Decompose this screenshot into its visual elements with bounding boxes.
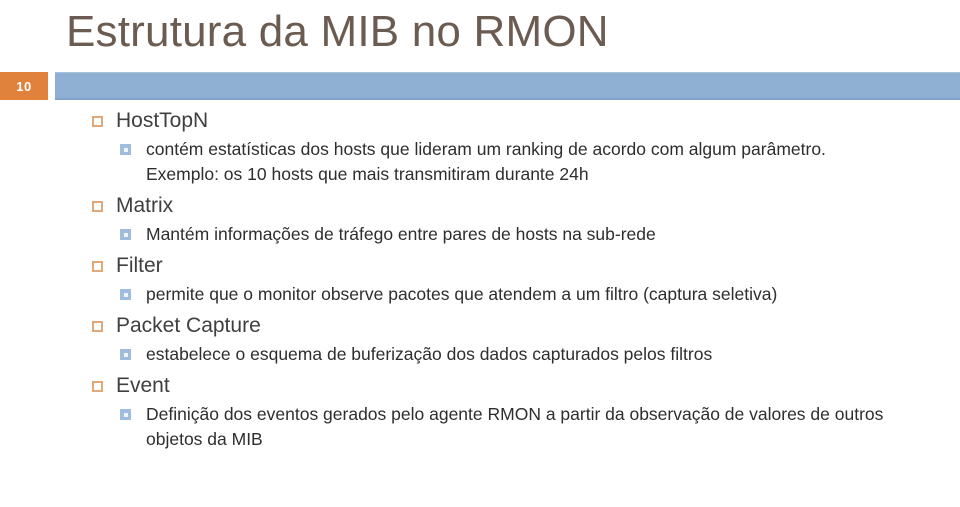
sub-bullet-item: permite que o monitor observe pacotes qu… xyxy=(0,282,960,307)
slide-number-badge: 10 xyxy=(0,72,48,100)
hollow-square-bullet-icon xyxy=(92,116,103,127)
slide: Estrutura da MIB no RMON 10 HostTopN con… xyxy=(0,0,960,507)
header-band: 10 xyxy=(0,72,960,100)
bullet-label: HostTopN xyxy=(116,109,209,132)
bullet-item-event: Event xyxy=(0,371,960,401)
small-square-bullet-icon xyxy=(120,144,131,155)
sub-bullet-text: Definição dos eventos gerados pelo agent… xyxy=(146,404,884,449)
small-square-bullet-icon xyxy=(120,409,131,420)
hollow-square-bullet-icon xyxy=(92,201,103,212)
bullet-item-filter: Filter xyxy=(0,251,960,281)
sub-bullet-text: Mantém informações de tráfego entre pare… xyxy=(146,224,656,244)
sub-bullet-item: estabelece o esquema de buferização dos … xyxy=(0,342,960,367)
sub-bullet-text: contém estatísticas dos hosts que lidera… xyxy=(146,139,826,184)
bullet-label: Matrix xyxy=(116,194,174,217)
small-square-bullet-icon xyxy=(120,229,131,240)
sub-bullet-item: contém estatísticas dos hosts que lidera… xyxy=(0,137,960,187)
bullet-label: Event xyxy=(116,374,170,397)
hollow-square-bullet-icon xyxy=(92,321,103,332)
sub-bullet-text: permite que o monitor observe pacotes qu… xyxy=(146,284,778,304)
page-title: Estrutura da MIB no RMON xyxy=(66,7,609,56)
hollow-square-bullet-icon xyxy=(92,261,103,272)
sub-bullet-text: estabelece o esquema de buferização dos … xyxy=(146,344,713,364)
small-square-bullet-icon xyxy=(120,289,131,300)
slide-body: HostTopN contém estatísticas dos hosts q… xyxy=(0,106,960,507)
bullet-label: Packet Capture xyxy=(116,314,261,337)
bullet-label: Filter xyxy=(116,254,163,277)
sub-bullet-item: Definição dos eventos gerados pelo agent… xyxy=(0,402,960,452)
bullet-item-hosttopn: HostTopN xyxy=(0,106,960,136)
header-divider-bar xyxy=(55,72,960,100)
hollow-square-bullet-icon xyxy=(92,381,103,392)
sub-bullet-item: Mantém informações de tráfego entre pare… xyxy=(0,222,960,247)
small-square-bullet-icon xyxy=(120,349,131,360)
bullet-item-matrix: Matrix xyxy=(0,191,960,221)
bullet-item-packet-capture: Packet Capture xyxy=(0,311,960,341)
